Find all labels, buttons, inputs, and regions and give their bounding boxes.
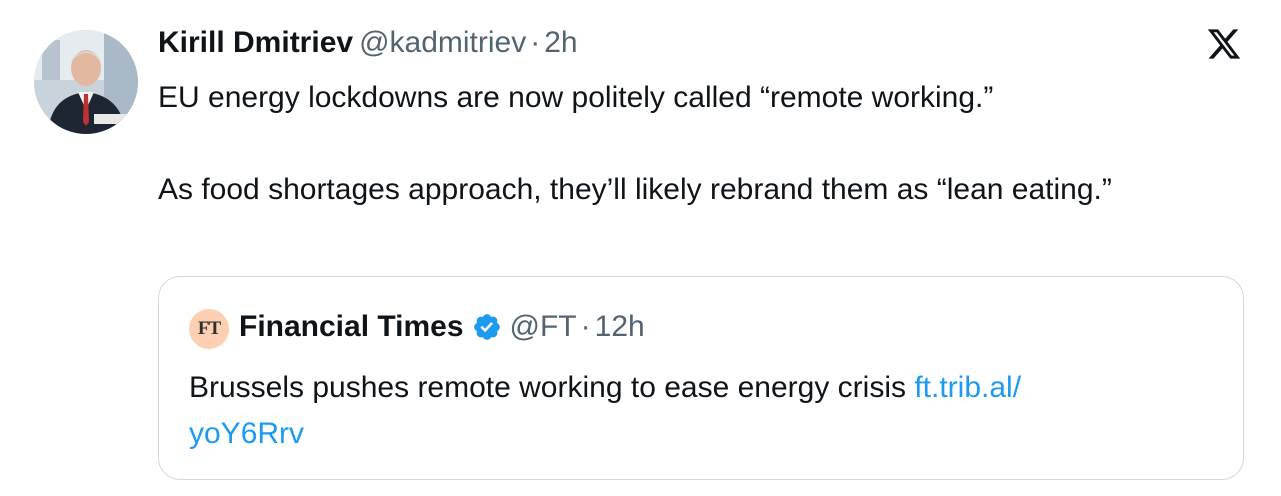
- quoted-tweet[interactable]: FT Financial Times @FT · 12h Brussels pu…: [158, 276, 1244, 480]
- ft-avatar[interactable]: FT: [189, 309, 229, 349]
- tweet-time[interactable]: 2h: [544, 26, 577, 59]
- tweet[interactable]: Kirill Dmitriev @kadmitriev · 2h EU energy …: [0, 0, 1281, 496]
- article-link[interactable]: ft.trib.al/: [914, 371, 1021, 404]
- author-handle[interactable]: @kadmitriev: [359, 26, 526, 59]
- profile-photo: [34, 30, 138, 134]
- x-logo-icon: [1207, 29, 1241, 59]
- tweet-header: Kirill Dmitriev @kadmitriev · 2h: [158, 24, 578, 62]
- tweet-text-line: EU energy lockdowns are now politely cal…: [158, 81, 994, 114]
- article-link-continued[interactable]: yoY6Rrv: [189, 417, 304, 450]
- tweet-text-line: As food shortages approach, they’ll like…: [158, 173, 1112, 206]
- quoted-tweet-time[interactable]: 12h: [595, 307, 645, 347]
- separator-dot: ·: [530, 26, 541, 59]
- quoted-author-name[interactable]: Financial Times: [239, 307, 464, 347]
- quoted-tweet-header: Financial Times @FT · 12h: [239, 307, 645, 347]
- author-name[interactable]: Kirill Dmitriev: [158, 26, 353, 59]
- tweet-text: EU energy lockdowns are now politely cal…: [158, 76, 1218, 212]
- verified-badge-icon: [473, 314, 500, 340]
- quoted-tweet-text-content: Brussels pushes remote working to ease e…: [189, 371, 915, 404]
- quoted-author-handle[interactable]: @FT: [510, 307, 577, 347]
- author-avatar[interactable]: [34, 30, 138, 134]
- separator-dot: ·: [580, 310, 591, 343]
- quoted-tweet-text: Brussels pushes remote working to ease e…: [189, 365, 1189, 457]
